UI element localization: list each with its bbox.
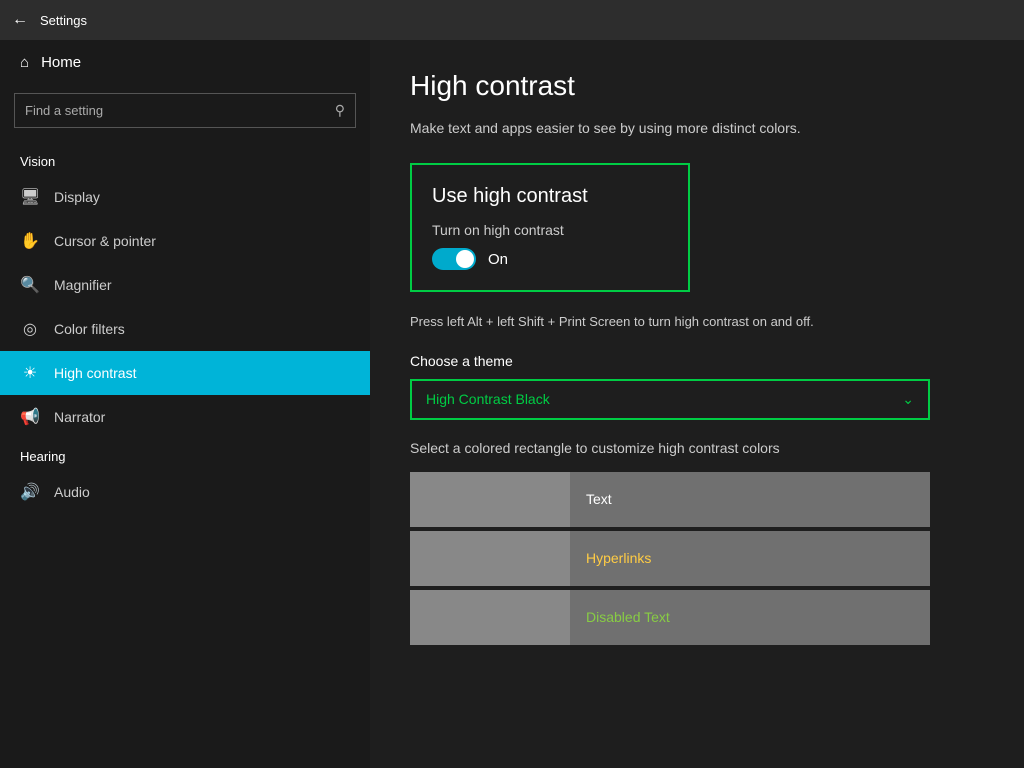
- magnifier-label: Magnifier: [54, 277, 112, 293]
- color-row-text[interactable]: Text: [410, 472, 930, 527]
- color-filters-label: Color filters: [54, 321, 125, 337]
- audio-icon: 🔊: [20, 482, 40, 502]
- sidebar-item-color-filters[interactable]: ◎ Color filters: [0, 307, 370, 351]
- main-layout: ⌂ Home ⚲ Vision 🖥 Display ✋ Cursor & poi…: [0, 40, 1024, 768]
- sidebar-item-narrator[interactable]: 📢 Narrator: [0, 395, 370, 439]
- audio-label: Audio: [54, 484, 90, 500]
- color-filters-icon: ◎: [20, 319, 40, 339]
- search-icon[interactable]: ⚲: [325, 94, 355, 127]
- hc-box-title: Use high contrast: [432, 185, 668, 208]
- display-label: Display: [54, 189, 100, 205]
- disabled-swatch[interactable]: [410, 590, 570, 645]
- home-label: Home: [41, 54, 81, 71]
- cursor-icon: ✋: [20, 231, 40, 251]
- toggle-label: Turn on high contrast: [432, 222, 668, 238]
- hearing-section-label: Hearing: [0, 439, 370, 470]
- sidebar-item-audio[interactable]: 🔊 Audio: [0, 470, 370, 514]
- sidebar-item-display[interactable]: 🖥 Display: [0, 175, 370, 219]
- page-title: High contrast: [410, 70, 984, 102]
- display-icon: 🖥: [20, 187, 40, 207]
- search-input[interactable]: [15, 95, 325, 126]
- hyperlinks-color-label: Hyperlinks: [570, 550, 667, 566]
- sidebar-item-magnifier[interactable]: 🔍 Magnifier: [0, 263, 370, 307]
- search-box: ⚲: [14, 93, 356, 128]
- titlebar: ← Settings: [0, 0, 1024, 40]
- sidebar-item-high-contrast[interactable]: ☀ High contrast: [0, 351, 370, 395]
- sidebar-item-home[interactable]: ⌂ Home: [0, 40, 370, 85]
- page-subtitle: Make text and apps easier to see by usin…: [410, 118, 984, 139]
- theme-value: High Contrast Black: [426, 391, 550, 407]
- theme-dropdown[interactable]: High Contrast Black ⌄: [410, 379, 930, 420]
- magnifier-icon: 🔍: [20, 275, 40, 295]
- high-contrast-toggle[interactable]: [432, 248, 476, 270]
- color-row-hyperlinks[interactable]: Hyperlinks: [410, 531, 930, 586]
- colors-label: Select a colored rectangle to customize …: [410, 440, 984, 456]
- choose-theme-label: Choose a theme: [410, 353, 984, 369]
- shortcut-text: Press left Alt + left Shift + Print Scre…: [410, 312, 984, 333]
- text-color-label: Text: [570, 491, 628, 507]
- high-contrast-label: High contrast: [54, 365, 136, 381]
- disabled-color-label: Disabled Text: [570, 609, 686, 625]
- sidebar-item-cursor[interactable]: ✋ Cursor & pointer: [0, 219, 370, 263]
- content-area: High contrast Make text and apps easier …: [370, 40, 1024, 768]
- narrator-label: Narrator: [54, 409, 105, 425]
- text-swatch[interactable]: [410, 472, 570, 527]
- toggle-state-label: On: [488, 251, 508, 268]
- hyperlinks-swatch[interactable]: [410, 531, 570, 586]
- back-button[interactable]: ←: [12, 11, 28, 29]
- color-row-disabled[interactable]: Disabled Text: [410, 590, 930, 645]
- color-grid: Text Hyperlinks Disabled Text: [410, 472, 930, 645]
- app-title: Settings: [40, 13, 87, 28]
- narrator-icon: 📢: [20, 407, 40, 427]
- high-contrast-icon: ☀: [20, 363, 40, 383]
- high-contrast-box: Use high contrast Turn on high contrast …: [410, 163, 690, 292]
- sidebar: ⌂ Home ⚲ Vision 🖥 Display ✋ Cursor & poi…: [0, 40, 370, 768]
- toggle-row: On: [432, 248, 668, 270]
- cursor-label: Cursor & pointer: [54, 233, 156, 249]
- vision-section-label: Vision: [0, 144, 370, 175]
- home-icon: ⌂: [20, 54, 29, 71]
- theme-dropdown-arrow-icon: ⌄: [902, 391, 914, 408]
